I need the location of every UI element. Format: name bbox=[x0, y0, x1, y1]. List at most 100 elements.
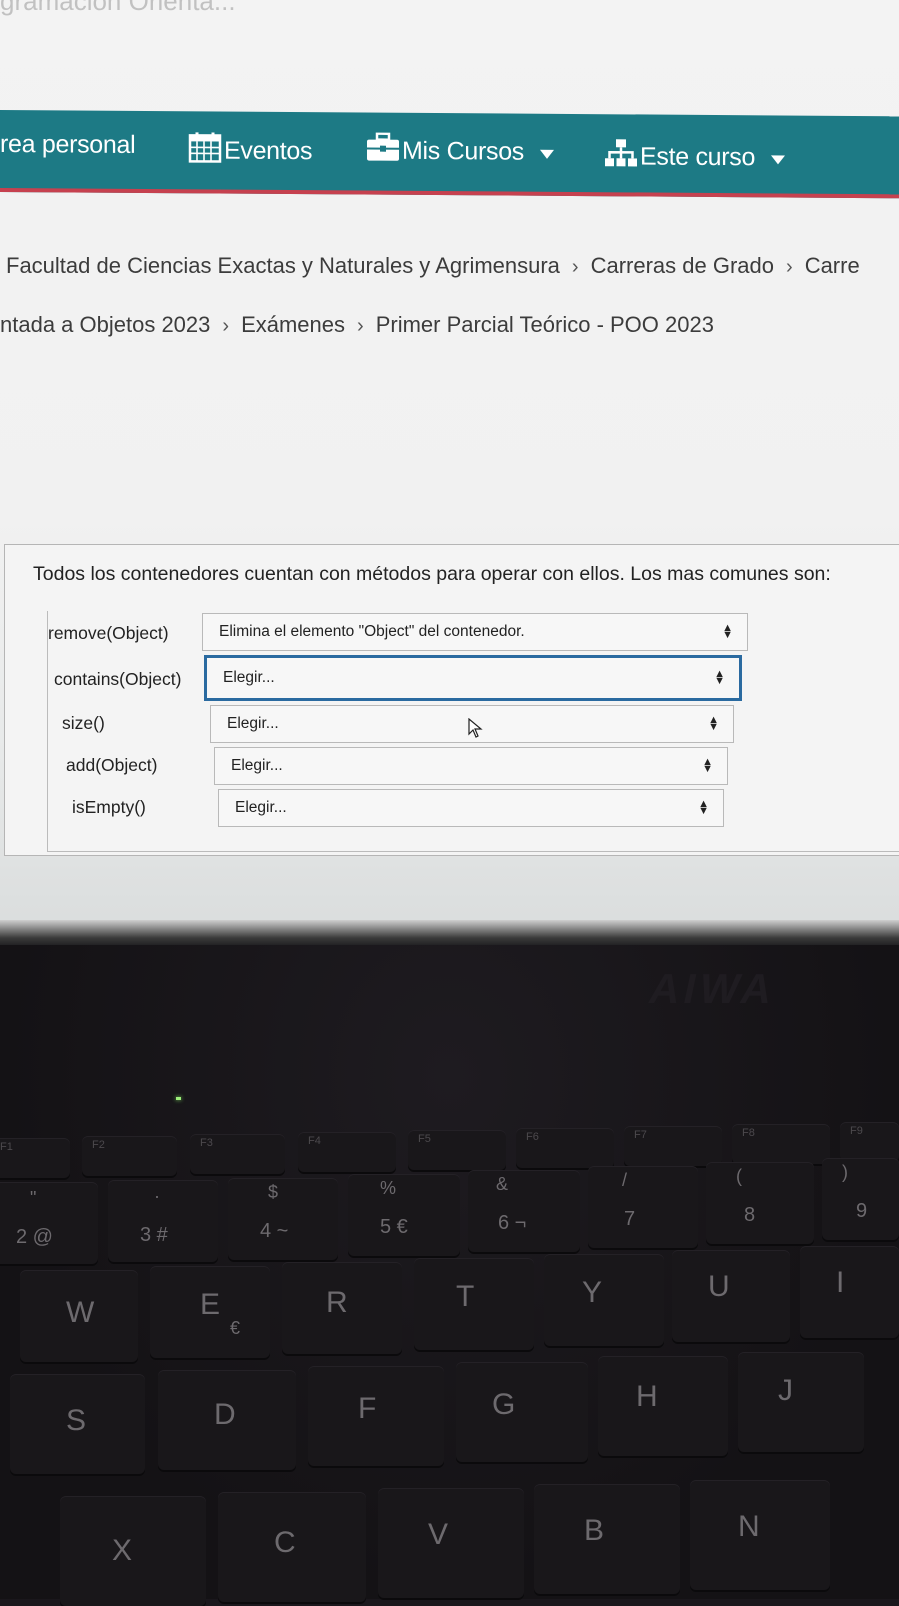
key-6[interactable]: & 6 ¬ bbox=[468, 1170, 580, 1252]
key-s[interactable]: S bbox=[10, 1374, 145, 1474]
key-label: T bbox=[456, 1280, 474, 1314]
key-e[interactable]: E € bbox=[150, 1266, 270, 1358]
key-label: N bbox=[738, 1510, 760, 1544]
key-label: F bbox=[358, 1392, 376, 1426]
match-term: size() bbox=[62, 713, 105, 734]
key-shift-label: ) bbox=[842, 1162, 848, 1183]
browser-screen: gramación Orienta... rea personal bbox=[0, 0, 899, 945]
key-label: B bbox=[584, 1514, 604, 1548]
sort-arrows-icon: ▲▼ bbox=[702, 759, 713, 773]
select-value: Elegir... bbox=[227, 715, 279, 733]
select-value: Elimina el elemento "Object" del contene… bbox=[219, 623, 525, 641]
key-c[interactable]: C bbox=[218, 1492, 366, 1602]
key-9[interactable]: ) 9 bbox=[822, 1158, 899, 1240]
chevron-down-icon bbox=[771, 155, 785, 164]
nav-label: Mis Cursos bbox=[402, 137, 524, 167]
breadcrumb-separator-icon: › bbox=[357, 315, 364, 337]
breadcrumb-link[interactable]: Carre bbox=[805, 253, 860, 278]
breadcrumb-link[interactable]: Exámenes bbox=[241, 312, 345, 337]
key-shift-label: % bbox=[380, 1178, 396, 1199]
breadcrumb-line-2: ntada a Objetos 2023 › Exámenes › Primer Par… bbox=[0, 312, 714, 338]
key-i[interactable]: I bbox=[800, 1246, 899, 1338]
key-label: G bbox=[492, 1388, 515, 1422]
breadcrumb-separator-icon: › bbox=[572, 256, 579, 278]
key-label: 5 € bbox=[380, 1216, 408, 1239]
key-label: F7 bbox=[634, 1129, 647, 1141]
key-label: Y bbox=[582, 1276, 602, 1310]
nav-mis-cursos[interactable]: Mis Cursos bbox=[366, 133, 554, 171]
key-4[interactable]: $ 4 ~ bbox=[228, 1178, 338, 1260]
nav-label: Eventos bbox=[224, 137, 312, 167]
key-f1[interactable]: F1 bbox=[0, 1138, 70, 1178]
key-n[interactable]: N bbox=[690, 1480, 830, 1590]
key-label: 3 # bbox=[140, 1224, 168, 1247]
key-label: F1 bbox=[0, 1141, 13, 1153]
select-value: Elegir... bbox=[231, 757, 283, 775]
key-shift-label: $ bbox=[268, 1182, 278, 1203]
nav-area-personal[interactable]: rea personal bbox=[0, 130, 135, 160]
key-shift-label: / bbox=[622, 1170, 627, 1191]
key-y[interactable]: Y bbox=[544, 1254, 664, 1346]
key-label: C bbox=[274, 1526, 296, 1560]
key-label: D bbox=[214, 1398, 236, 1432]
key-label: X bbox=[112, 1534, 132, 1568]
key-f6[interactable]: F6 bbox=[516, 1128, 614, 1168]
key-d[interactable]: D bbox=[158, 1370, 296, 1470]
key-label: F6 bbox=[526, 1131, 539, 1143]
sort-arrows-icon: ▲▼ bbox=[722, 625, 733, 639]
key-f5[interactable]: F5 bbox=[408, 1130, 506, 1170]
key-label: 4 ~ bbox=[260, 1220, 288, 1243]
key-g[interactable]: G bbox=[456, 1362, 588, 1462]
key-label: F4 bbox=[308, 1135, 321, 1147]
key-f[interactable]: F bbox=[308, 1366, 444, 1466]
key-t[interactable]: T bbox=[414, 1258, 534, 1350]
key-label: U bbox=[708, 1270, 730, 1304]
key-f2[interactable]: F2 bbox=[82, 1136, 177, 1176]
key-label: F3 bbox=[200, 1137, 213, 1149]
sort-arrows-icon: ▲▼ bbox=[698, 801, 709, 815]
calendar-icon bbox=[188, 131, 224, 170]
question-prompt: Todos los contenedores cuentan con métod… bbox=[33, 563, 831, 586]
key-label: S bbox=[66, 1404, 86, 1438]
key-label: F9 bbox=[850, 1125, 863, 1137]
nav-eventos[interactable]: Eventos bbox=[188, 131, 312, 171]
match-term: contains(Object) bbox=[54, 669, 181, 690]
key-7[interactable]: / 7 bbox=[588, 1166, 698, 1248]
key-alt-label: € bbox=[230, 1318, 240, 1339]
key-3[interactable]: · 3 # bbox=[108, 1180, 218, 1262]
match-select[interactable]: Elegir... ▲▼ bbox=[214, 747, 728, 785]
breadcrumb-link[interactable]: ntada a Objetos 2023 bbox=[0, 312, 210, 337]
key-label: 8 bbox=[744, 1204, 755, 1227]
page-heading-cut: gramación Orienta... bbox=[0, 0, 236, 17]
key-h[interactable]: H bbox=[598, 1356, 728, 1456]
key-b[interactable]: B bbox=[534, 1484, 680, 1594]
question-panel: Todos los contenedores cuentan con métod… bbox=[4, 544, 899, 856]
key-8[interactable]: ( 8 bbox=[706, 1162, 814, 1244]
nav-label: rea personal bbox=[0, 130, 135, 160]
key-x[interactable]: X bbox=[60, 1496, 206, 1606]
key-f8[interactable]: F8 bbox=[732, 1124, 830, 1164]
match-select[interactable]: Elegir... ▲▼ bbox=[218, 789, 724, 827]
breadcrumb-link[interactable]: Facultad de Ciencias Exactas y Naturales… bbox=[6, 253, 560, 278]
key-5[interactable]: % 5 € bbox=[348, 1174, 460, 1256]
breadcrumb-current: Primer Parcial Teórico - POO 2023 bbox=[376, 312, 714, 337]
key-j[interactable]: J bbox=[738, 1352, 864, 1452]
key-f4[interactable]: F4 bbox=[298, 1132, 396, 1172]
key-w[interactable]: W bbox=[20, 1270, 138, 1362]
key-f9[interactable]: F9 bbox=[840, 1122, 899, 1162]
key-label: J bbox=[778, 1374, 793, 1408]
key-v[interactable]: V bbox=[378, 1488, 524, 1598]
key-label: E bbox=[200, 1288, 220, 1322]
key-f3[interactable]: F3 bbox=[190, 1134, 285, 1174]
key-f7[interactable]: F7 bbox=[624, 1126, 722, 1166]
match-select[interactable]: Elimina el elemento "Object" del contene… bbox=[202, 613, 748, 651]
breadcrumb-separator-icon: › bbox=[222, 315, 229, 337]
breadcrumb-link[interactable]: Carreras de Grado bbox=[591, 253, 774, 278]
match-select[interactable]: Elegir... ▲▼ bbox=[204, 655, 742, 701]
key-2[interactable]: " 2 @ bbox=[0, 1182, 98, 1264]
nav-este-curso[interactable]: Este curso bbox=[604, 138, 785, 176]
key-label: 7 bbox=[624, 1208, 635, 1231]
key-r[interactable]: R bbox=[282, 1262, 402, 1354]
key-u[interactable]: U bbox=[672, 1250, 790, 1342]
match-term: isEmpty() bbox=[72, 797, 146, 818]
